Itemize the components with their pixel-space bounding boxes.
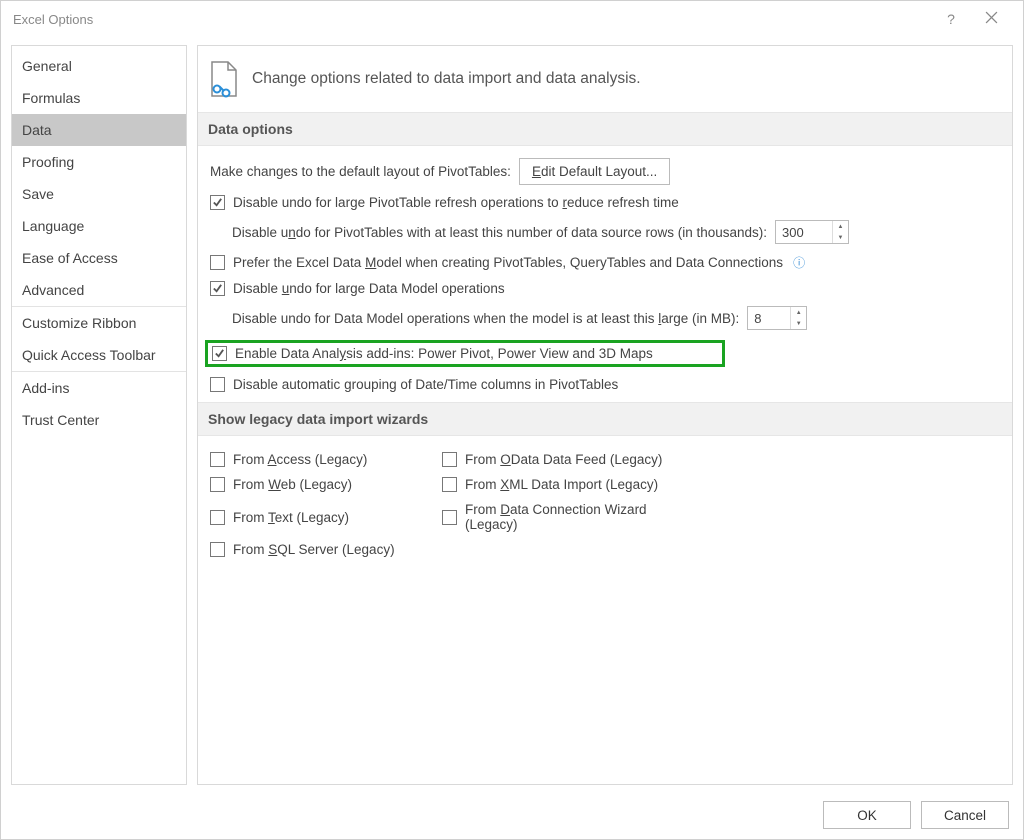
label-legacy-odata: From OData Data Feed (Legacy) <box>465 452 662 467</box>
excel-options-dialog: Excel Options ? General Formulas Data Pr… <box>0 0 1024 840</box>
label-model-size-undo: Disable undo for Data Model operations w… <box>232 311 739 326</box>
edit-default-layout-button[interactable]: Edit Default Layout... <box>519 158 670 185</box>
checkbox-enable-analysis-addins[interactable] <box>212 346 227 361</box>
label-disable-undo-data-model: Disable undo for large Data Model operat… <box>233 281 505 296</box>
close-icon[interactable] <box>971 11 1011 27</box>
label-enable-analysis-addins: Enable Data Analysis add-ins: Power Pivo… <box>235 346 653 361</box>
sidebar-item-quick-access-toolbar[interactable]: Quick Access Toolbar <box>12 339 186 371</box>
checkbox-legacy-odata[interactable] <box>442 452 457 467</box>
ok-button[interactable]: OK <box>823 801 911 829</box>
sidebar-item-formulas[interactable]: Formulas <box>12 82 186 114</box>
sidebar-item-customize-ribbon[interactable]: Customize Ribbon <box>12 307 186 339</box>
checkbox-legacy-web[interactable] <box>210 477 225 492</box>
window-title: Excel Options <box>13 12 93 27</box>
sidebar-item-save[interactable]: Save <box>12 178 186 210</box>
label-legacy-web: From Web (Legacy) <box>233 477 352 492</box>
checkbox-prefer-data-model[interactable] <box>210 255 225 270</box>
content-panel: Change options related to data import an… <box>197 45 1013 785</box>
label-disable-undo-pivot-refresh: Disable undo for large PivotTable refres… <box>233 195 679 210</box>
checkbox-disable-auto-grouping[interactable] <box>210 377 225 392</box>
label-legacy-xml: From XML Data Import (Legacy) <box>465 477 658 492</box>
label-legacy-access: From Access (Legacy) <box>233 452 367 467</box>
sidebar-item-trust-center[interactable]: Trust Center <box>12 404 186 436</box>
sidebar: General Formulas Data Proofing Save Lang… <box>11 45 187 785</box>
highlighted-add-ins-row: Enable Data Analysis add-ins: Power Pivo… <box>205 340 725 367</box>
checkbox-legacy-dcw[interactable] <box>442 510 457 525</box>
section-data-options-title: Data options <box>198 112 1012 146</box>
sidebar-item-data[interactable]: Data <box>12 114 186 146</box>
checkbox-disable-undo-pivot-refresh[interactable] <box>210 195 225 210</box>
sidebar-item-language[interactable]: Language <box>12 210 186 242</box>
cancel-button[interactable]: Cancel <box>921 801 1009 829</box>
label-prefer-data-model: Prefer the Excel Data Model when creatin… <box>233 255 783 270</box>
pivot-layout-label: Make changes to the default layout of Pi… <box>210 164 511 179</box>
label-legacy-sql: From SQL Server (Legacy) <box>233 542 395 557</box>
sidebar-item-advanced[interactable]: Advanced <box>12 274 186 306</box>
help-icon[interactable]: ? <box>931 11 971 27</box>
input-model-size-undo[interactable]: 8▲▼ <box>747 306 807 330</box>
input-pivot-undo-rows[interactable]: 300▲▼ <box>775 220 849 244</box>
data-page-icon <box>206 60 240 98</box>
label-disable-auto-grouping: Disable automatic grouping of Date/Time … <box>233 377 618 392</box>
checkbox-legacy-access[interactable] <box>210 452 225 467</box>
label-legacy-dcw: From Data Connection Wizard (Legacy) <box>465 502 702 532</box>
sidebar-item-add-ins[interactable]: Add-ins <box>12 372 186 404</box>
info-icon[interactable]: ⓘ <box>793 254 805 271</box>
label-pivot-undo-rows: Disable undo for PivotTables with at lea… <box>232 225 767 240</box>
dialog-footer: OK Cancel <box>1 791 1023 839</box>
label-legacy-text: From Text (Legacy) <box>233 510 349 525</box>
page-title: Change options related to data import an… <box>252 70 641 88</box>
checkbox-disable-undo-data-model[interactable] <box>210 281 225 296</box>
titlebar: Excel Options ? <box>1 1 1023 37</box>
section-legacy-title: Show legacy data import wizards <box>198 402 1012 436</box>
sidebar-item-general[interactable]: General <box>12 50 186 82</box>
checkbox-legacy-text[interactable] <box>210 510 225 525</box>
checkbox-legacy-xml[interactable] <box>442 477 457 492</box>
checkbox-legacy-sql[interactable] <box>210 542 225 557</box>
sidebar-item-ease-of-access[interactable]: Ease of Access <box>12 242 186 274</box>
sidebar-item-proofing[interactable]: Proofing <box>12 146 186 178</box>
